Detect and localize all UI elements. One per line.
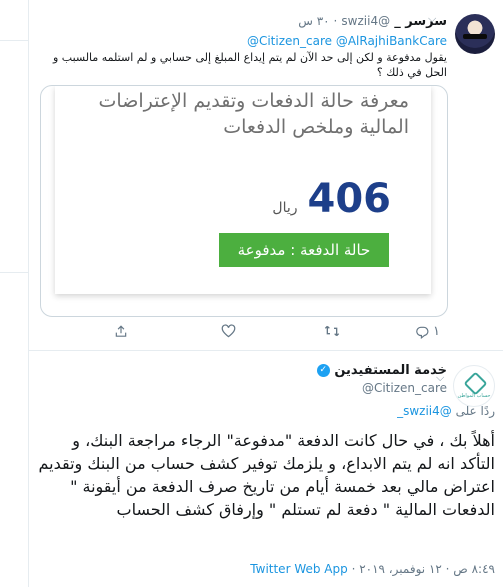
- tweet-image[interactable]: معرفة حالة الدفعات وتقديم الإعتراضات الم…: [40, 85, 448, 317]
- avatar[interactable]: حساب المواطن: [453, 365, 495, 407]
- share-icon: [115, 325, 127, 337]
- replying-to: ردًا على @swzii4_: [397, 404, 495, 418]
- reply-count: ١: [433, 324, 440, 339]
- share-button[interactable]: [114, 324, 128, 343]
- user-handle[interactable]: @Citizen_care: [362, 381, 447, 395]
- verified-badge-icon: ✓: [316, 364, 330, 377]
- tweet-header: خدمة المستفيدين ✓: [313, 363, 447, 378]
- amount-value: 406: [307, 176, 392, 222]
- user-handle[interactable]: @swzii4: [341, 14, 390, 28]
- parent-tweet[interactable]: سرسر _ @swzii4 · ٣٠ س ⌵ @Citizen_care @A…: [28, 0, 503, 351]
- replying-handle-link[interactable]: @swzii4_: [397, 404, 452, 418]
- chevron-down-icon[interactable]: ⌵: [436, 371, 444, 385]
- payment-status-badge: حالة الدفعة : مدفوعة: [219, 233, 389, 267]
- timestamp[interactable]: · ٣٠ س: [298, 14, 337, 28]
- replying-label: ردًا على: [455, 404, 495, 418]
- divider-line: [0, 40, 28, 41]
- screenshot-panel: معرفة حالة الدفعات وتقديم الإعتراضات الم…: [55, 86, 431, 294]
- display-name[interactable]: خدمة المستفيدين: [334, 363, 447, 378]
- retweet-icon: [324, 325, 340, 337]
- reply-icon: [416, 326, 429, 339]
- divider-line: [0, 272, 28, 273]
- left-column-divider: [0, 0, 29, 587]
- reply-tweet[interactable]: حساب المواطن خدمة المستفيدين ✓ @Citizen_…: [28, 351, 503, 587]
- display-name[interactable]: سرسر _: [394, 14, 447, 29]
- panel-title: معرفة حالة الدفعات وتقديم الإعتراضات الم…: [98, 90, 409, 138]
- heart-icon: [221, 324, 236, 338]
- tweet-source-link[interactable]: Twitter Web App: [250, 562, 347, 576]
- tweet-meta: ٨:٤٩ ص · ١٢ نوفمبر، ٢٠١٩ · Twitter Web A…: [250, 562, 495, 576]
- chevron-down-icon[interactable]: ⌵: [428, 12, 436, 26]
- like-button[interactable]: [221, 324, 236, 342]
- reply-button[interactable]: ١: [415, 324, 440, 339]
- tweet-text: يقول مدفوعة و لكن إلى حد الآن لم يتم إيد…: [52, 51, 447, 79]
- payment-amount: 406 ريال: [272, 176, 391, 222]
- tweet-text: أهلاً بك ، في حال كانت الدفعة "مدفوعة" ا…: [38, 431, 496, 519]
- mention-links[interactable]: @Citizen_care @AlRajhiBankCare: [247, 34, 447, 48]
- tweet-timestamp[interactable]: ٨:٤٩ ص · ١٢ نوفمبر، ٢٠١٩ ·: [352, 562, 495, 576]
- avatar-logo-text: حساب المواطن: [457, 393, 491, 399]
- citizen-account-logo-icon: [463, 371, 488, 396]
- currency-label: ريال: [272, 200, 298, 216]
- tweet-header: سرسر _ @swzii4 · ٣٠ س: [298, 14, 447, 29]
- avatar[interactable]: [455, 14, 495, 54]
- tweet-actions: ١: [40, 322, 446, 346]
- retweet-button[interactable]: [324, 324, 340, 342]
